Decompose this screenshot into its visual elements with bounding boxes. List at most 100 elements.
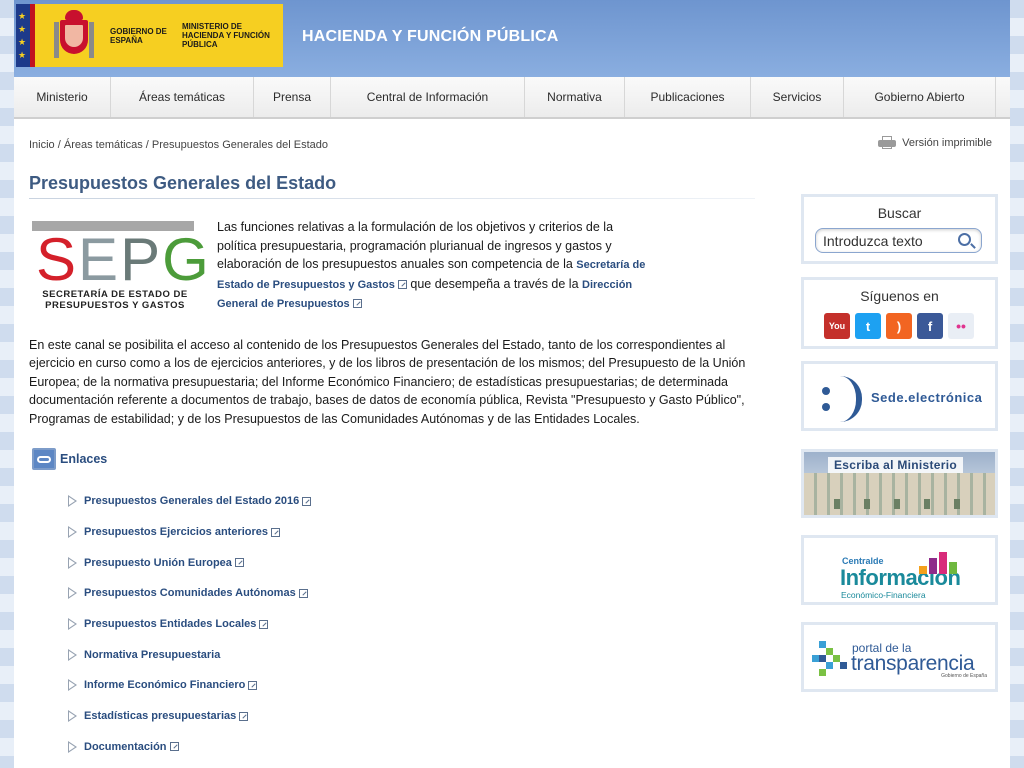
triangle-right-icon [68, 618, 78, 631]
site-title[interactable]: HACIENDA Y FUNCIÓN PÚBLICA [302, 28, 558, 46]
sepg-logo: SEPG SECRETARÍA DE ESTADO DE PRESUPUESTO… [32, 221, 209, 313]
title-divider [29, 198, 755, 199]
link-label[interactable]: Estadísticas presupuestarias [84, 710, 236, 722]
link-label[interactable]: Documentación [84, 741, 167, 753]
link-label[interactable]: Normativa Presupuestaria [84, 649, 220, 661]
link-label[interactable]: Informe Económico Financiero [84, 679, 245, 691]
pixel-logo-icon [812, 641, 848, 681]
links-list: Presupuestos Generales del Estado 2016 Pr… [68, 486, 312, 763]
youtube-icon[interactable]: You [824, 313, 850, 339]
nav-item-5[interactable]: Publicaciones [625, 77, 751, 117]
nav-item-7[interactable]: Gobierno Abierto [844, 77, 996, 117]
link-item[interactable]: Normativa Presupuestaria [68, 639, 311, 670]
sepg-letter-p: P [120, 226, 163, 293]
main-nav: Ministerio Áreas temáticas Prensa Central d… [14, 77, 1010, 119]
smile-logo-icon [822, 376, 862, 422]
portal-label-3: Gobierno de España [941, 673, 987, 679]
external-link-icon [397, 279, 407, 289]
link-item[interactable]: Documentación [68, 732, 311, 763]
triangle-right-icon [68, 740, 78, 753]
external-link-icon [259, 619, 269, 629]
sede-label: Sede.electrónica [871, 390, 983, 405]
flickr-icon[interactable]: •• [948, 313, 974, 339]
breadcrumb-current: Presupuestos Generales del Estado [151, 139, 329, 151]
link-label[interactable]: Presupuesto Unión Europea [84, 557, 232, 569]
external-link-icon [248, 680, 258, 690]
sepg-letters: SEPG [36, 230, 211, 290]
sepg-letter-e: E [78, 226, 121, 293]
twitter-icon[interactable]: t [855, 313, 881, 339]
triangle-right-icon [68, 710, 78, 723]
nav-item-3[interactable]: Central de Información [331, 77, 525, 117]
link-chain-icon [32, 448, 56, 470]
eu-flag-icon: ★ ★ ★ ★ [16, 4, 46, 67]
follow-title: Síguenos en [860, 288, 939, 304]
print-label: Versión imprimible [902, 137, 992, 149]
intro-text-1: Las funciones relativas a la formulación… [217, 220, 614, 271]
link-item[interactable]: Presupuestos Comunidades Autónomas [68, 578, 311, 609]
triangle-right-icon [68, 495, 78, 508]
sepg-letter-s: S [36, 226, 79, 293]
nav-item-0[interactable]: Ministerio [14, 77, 111, 117]
portal-transparencia-banner[interactable]: portal de la transparencia Gobierno de E… [801, 622, 998, 692]
government-logo[interactable]: ★ ★ ★ ★ GOBIERNO DE ESPAÑA MINISTERIO DE HA… [16, 4, 283, 67]
external-link-icon [239, 711, 249, 721]
breadcrumb-areas[interactable]: Áreas temáticas [64, 139, 143, 151]
link-item[interactable]: Presupuesto Unión Europea [68, 547, 311, 578]
link-item[interactable]: Presupuestos Generales del Estado 2016 [68, 486, 312, 517]
search-box: Buscar Introduzca texto [801, 194, 998, 264]
search-input[interactable]: Introduzca texto [815, 228, 982, 253]
link-item[interactable]: Informe Económico Financiero [68, 670, 311, 701]
page-title: Presupuestos Generales del Estado [29, 173, 337, 193]
link-item[interactable]: Presupuestos Entidades Locales [68, 609, 311, 640]
bar-chart-icon [919, 546, 969, 574]
rss-icon[interactable]: ) [886, 313, 912, 339]
central-informacion-banner[interactable]: Centralde Información Económico-Financie… [801, 535, 998, 605]
breadcrumb-home[interactable]: Inicio [29, 139, 55, 151]
printer-icon [878, 136, 897, 150]
nav-item-1[interactable]: Áreas temáticas [111, 77, 254, 117]
escriba-label: Escriba al Ministerio [828, 457, 964, 473]
central-label-3: Económico-Financiera [841, 590, 926, 600]
link-label[interactable]: Presupuestos Entidades Locales [84, 618, 256, 630]
facebook-icon[interactable]: f [917, 313, 943, 339]
escriba-ministerio-banner[interactable]: Escriba al Ministerio [801, 449, 998, 518]
ministry-label: MINISTERIO DE HACIENDA Y FUNCIÓN PÚBLICA [182, 22, 270, 49]
search-title: Buscar [877, 205, 922, 221]
external-link-icon [298, 588, 308, 598]
triangle-right-icon [68, 648, 78, 661]
breadcrumb: Inicio / Áreas temáticas / Presupuestos … [29, 139, 329, 151]
search-icon[interactable] [958, 233, 971, 246]
print-version-link[interactable]: Versión imprimible [878, 136, 992, 150]
sepg-subtitle-1: SECRETARÍA DE ESTADO DE [42, 289, 188, 300]
link-label[interactable]: Presupuestos Generales del Estado 2016 [84, 495, 299, 507]
channel-description: En este canal se posibilita el acceso al… [29, 338, 746, 426]
link-item[interactable]: Estadísticas presupuestarias [68, 701, 311, 732]
triangle-right-icon [68, 679, 78, 692]
external-link-icon [169, 742, 179, 752]
coat-of-arms-icon [52, 9, 96, 62]
intro-text: Las funciones relativas a la formulación… [217, 218, 647, 314]
nav-item-4[interactable]: Normativa [525, 77, 625, 117]
nav-item-2[interactable]: Prensa [254, 77, 331, 117]
sede-electronica-banner[interactable]: Sede.electrónica [801, 361, 998, 431]
link-label[interactable]: Presupuestos Comunidades Autónomas [84, 587, 296, 599]
page: ★ ★ ★ ★ GOBIERNO DE ESPAÑA MINISTERIO DE HA… [14, 0, 1010, 768]
external-link-icon [302, 496, 312, 506]
triangle-right-icon [68, 556, 78, 569]
follow-box: Síguenos en You t) f •• [801, 277, 998, 349]
enlaces-title: Enlaces [60, 452, 108, 466]
site-header: ★ ★ ★ ★ GOBIERNO DE ESPAÑA MINISTERIO DE HA… [14, 0, 1010, 77]
nav-item-6[interactable]: Servicios [751, 77, 844, 117]
external-link-icon [352, 299, 362, 308]
link-label[interactable]: Presupuestos Ejercicios anteriores [84, 526, 268, 538]
external-link-icon [234, 558, 244, 568]
link-item[interactable]: Presupuestos Ejercicios anteriores [68, 517, 311, 548]
social-icons: You t) f •• [824, 313, 974, 339]
triangle-right-icon [68, 587, 78, 600]
gov-label: GOBIERNO DE ESPAÑA [110, 26, 167, 45]
triangle-right-icon [68, 526, 78, 539]
search-placeholder: Introduzca texto [823, 232, 923, 249]
intro-text-2: que desempeña a través de la [406, 276, 583, 291]
sepg-subtitle-2: PRESUPUESTOS Y GASTOS [45, 300, 185, 311]
